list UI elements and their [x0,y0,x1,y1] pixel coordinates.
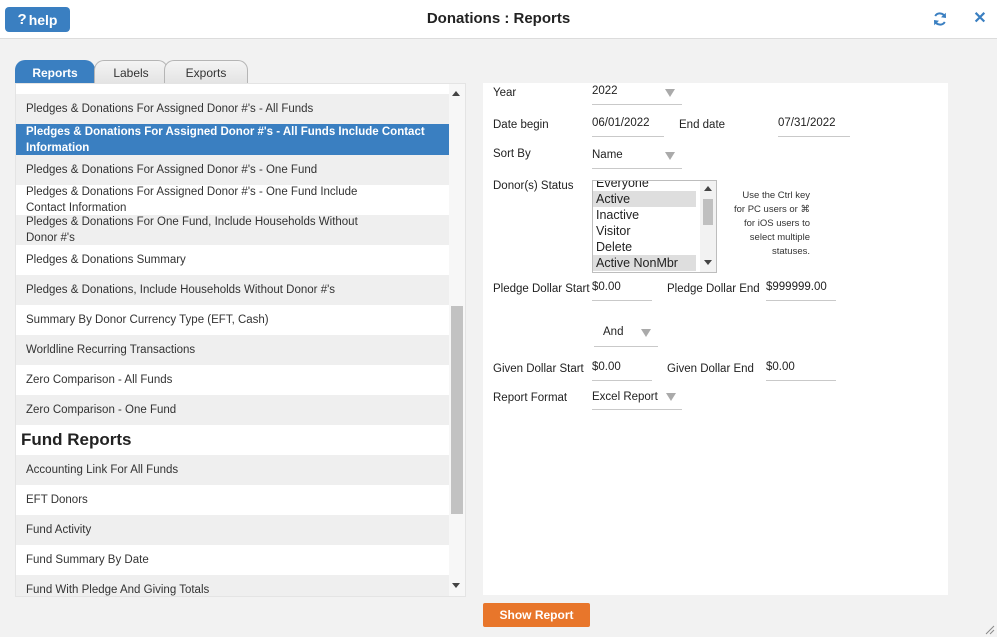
window-title: Donations : Reports [426,10,571,27]
donor-status-listbox[interactable]: Everyone Active Inactive Visitor Delete … [592,180,717,273]
title-bar: ? help Donations : Reports ✕ [0,0,997,39]
list-item[interactable]: Fund Activity [16,515,449,545]
donor-status-option[interactable]: Delete [593,239,696,255]
listbox-scrollbar[interactable] [700,181,716,272]
list-item[interactable]: Zero Comparison - One Fund [16,395,449,425]
given-start-field[interactable]: $0.00 [592,361,652,381]
chevron-down-icon [641,329,651,337]
resize-grip-icon[interactable] [985,625,995,635]
refresh-icon[interactable] [932,11,948,27]
donor-status-option[interactable]: Visitor [593,223,696,239]
pledge-start-label: Pledge Dollar Start [493,283,590,295]
end-date-field[interactable]: 07/31/2022 [778,117,850,137]
list-item[interactable]: Summary By Donor Currency Type (EFT, Cas… [16,305,449,335]
given-end-field[interactable]: $0.00 [766,361,836,381]
list-item[interactable]: Fund Summary By Date [16,545,449,575]
scroll-up-arrow-icon[interactable] [704,186,712,191]
year-value: 2022 [592,85,618,97]
list-item-selected[interactable]: Pledges & Donations For Assigned Donor #… [16,124,449,155]
report-format-select[interactable]: Excel Report [592,391,682,410]
report-options-form: Year 2022 Date begin 06/01/2022 End date… [483,83,948,595]
donor-status-option[interactable]: Active [593,191,696,207]
list-item[interactable]: Zero Comparison - All Funds [16,365,449,395]
date-begin-label: Date begin [493,119,549,131]
year-select[interactable]: 2022 [592,85,682,105]
scroll-up-arrow-icon[interactable] [452,91,460,96]
list-item[interactable]: Fund With Pledge And Giving Totals [16,575,449,596]
pledge-end-field[interactable]: $999999.00 [766,281,836,301]
scroll-down-arrow-icon[interactable] [452,583,460,588]
tab-reports[interactable]: Reports [15,60,95,84]
pledge-start-field[interactable]: $0.00 [592,281,652,301]
chevron-down-icon [666,393,676,401]
and-or-value: And [603,326,624,338]
sort-by-value: Name [592,149,623,161]
scroll-thumb[interactable] [703,199,713,225]
scroll-down-arrow-icon[interactable] [704,260,712,265]
given-start-label: Given Dollar Start [493,363,584,375]
given-end-label: Given Dollar End [667,363,754,375]
donor-status-label: Donor(s) Status [493,180,574,192]
list-item[interactable]: Pledges & Donations, Include Households … [16,275,449,305]
end-date-label: End date [679,119,726,131]
list-item[interactable]: Worldline Recurring Transactions [16,335,449,365]
pledge-end-label: Pledge Dollar End [667,283,760,295]
list-item[interactable]: Pledges & Donations For One Fund, Includ… [16,215,449,245]
tab-exports[interactable]: Exports [164,60,248,84]
and-or-select[interactable]: And [594,326,658,347]
report-format-value: Excel Report [592,391,658,403]
sort-by-label: Sort By [493,148,531,160]
show-report-button[interactable]: Show Report [483,603,590,627]
multi-select-hint: Use the Ctrl key for PC users or ⌘ for i… [720,189,810,259]
list-item[interactable]: EFT Donors [16,485,449,515]
tab-labels[interactable]: Labels [94,60,168,84]
hint-line: statuses. [771,246,810,257]
hint-line: for PC users or ⌘ [733,204,810,215]
year-label: Year [493,87,517,99]
close-icon[interactable]: ✕ [972,11,988,27]
hint-line: for iOS users to [744,218,810,229]
donor-status-option[interactable]: Inactive [593,207,696,223]
chevron-down-icon [665,152,675,160]
reports-list: Pledges & Donations For Assigned Donor #… [16,84,449,596]
list-item[interactable]: Pledges & Donations For Assigned Donor #… [16,185,449,215]
list-scrollbar[interactable] [449,84,465,596]
scroll-thumb[interactable] [451,306,463,514]
list-item[interactable]: Pledges & Donations For Assigned Donor #… [16,155,449,185]
hint-line: select multiple [749,232,810,243]
date-begin-field[interactable]: 06/01/2022 [592,117,664,137]
donor-status-option[interactable]: Active NonMbr [593,255,696,271]
report-format-label: Report Format [493,392,568,404]
sort-by-select[interactable]: Name [592,149,682,169]
hint-line: Use the Ctrl key [742,190,810,201]
section-heading-fund-reports: Fund Reports [21,430,132,449]
reports-list-panel: Pledges & Donations For Assigned Donor #… [15,83,466,597]
list-item[interactable]: Pledges & Donations Summary [16,245,449,275]
list-item[interactable]: Accounting Link For All Funds [16,455,449,485]
list-item[interactable]: Pledges & Donations For Assigned Donor #… [16,94,449,124]
donor-status-option[interactable]: Everyone [593,181,696,191]
chevron-down-icon [665,89,675,97]
